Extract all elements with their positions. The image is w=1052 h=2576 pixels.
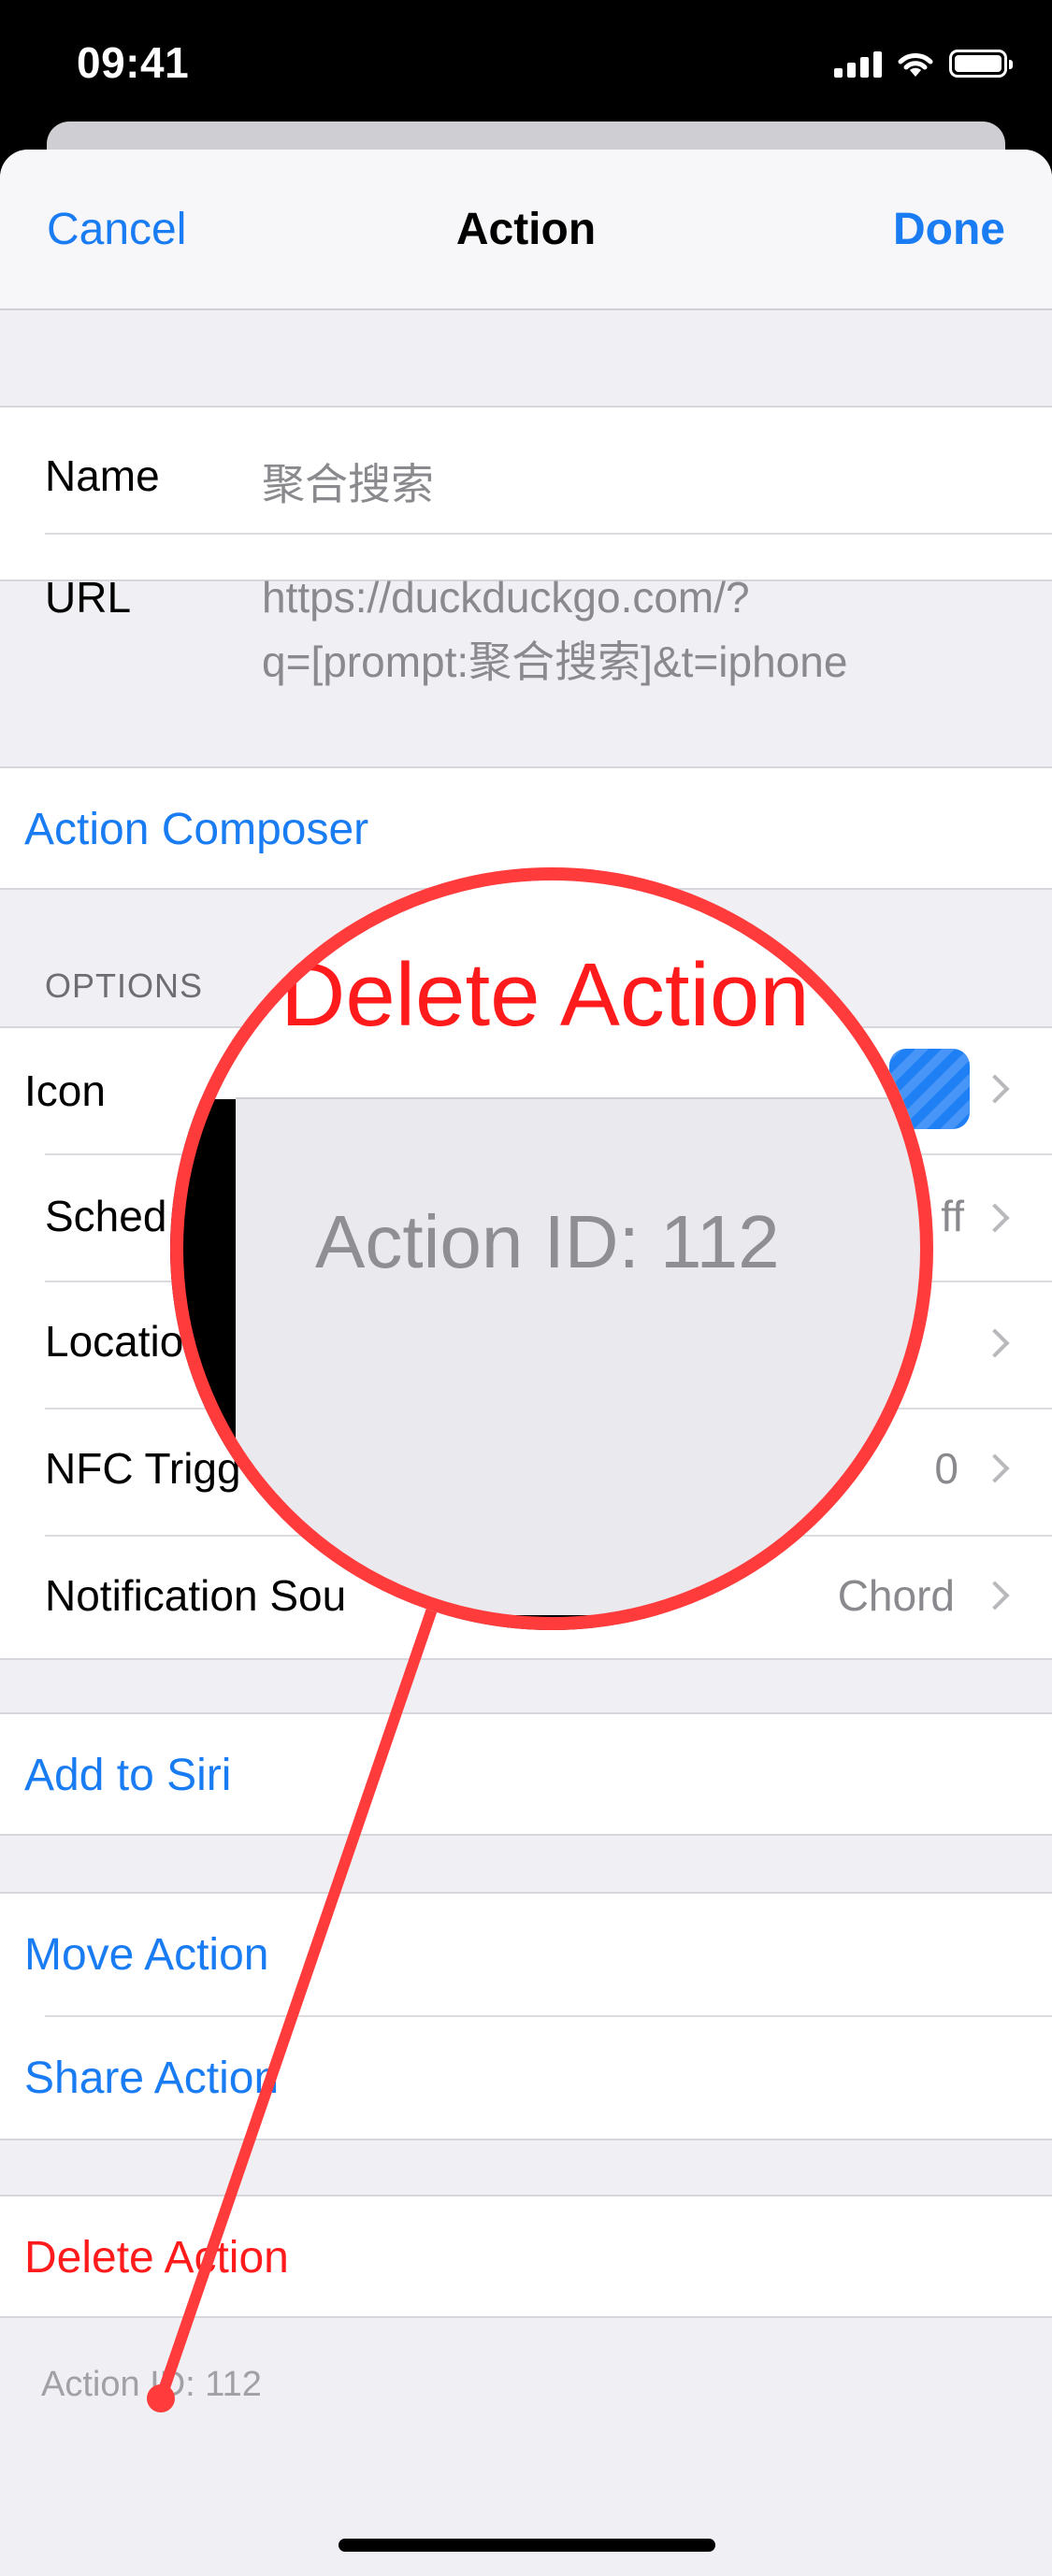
separator — [236, 1097, 933, 1099]
cellular-signal-icon — [834, 50, 882, 78]
move-action-button[interactable]: Move Action — [24, 1929, 268, 1981]
magnified-action-id: Action ID: 112 — [315, 1200, 780, 1283]
manage-group: Move Action Share Action — [0, 1892, 1052, 2140]
chevron-right-icon — [980, 1328, 1010, 1358]
url-row[interactable]: URL https://duckduckgo.com/? q=[prompt:聚… — [0, 535, 1052, 708]
separator — [45, 2015, 1052, 2017]
name-row[interactable]: Name 聚合搜索 — [0, 408, 1052, 533]
status-time: 09:41 — [77, 38, 190, 87]
status-icons — [834, 45, 1013, 82]
nfc-value: 0 — [934, 1444, 958, 1493]
siri-group: Add to Siri — [0, 1712, 1052, 1836]
delete-action-button[interactable]: Delete Action — [24, 2232, 289, 2283]
magnified-shadow-bottom — [170, 1615, 933, 1630]
fields-group: Name 聚合搜索 URL https://duckduckgo.com/? q… — [0, 406, 1052, 686]
add-to-siri-button[interactable]: Add to Siri — [24, 1750, 231, 1801]
action-id-footer: Action ID: 112 — [41, 2365, 262, 2404]
notification-sound-value: Chord — [837, 1571, 955, 1620]
wifi-icon — [898, 53, 933, 77]
magnified-shadow-edge — [170, 1099, 236, 1630]
chevron-right-icon — [980, 1453, 1010, 1483]
battery-icon — [949, 50, 1013, 78]
name-label: Name — [45, 451, 160, 500]
location-label: Locatio — [45, 1317, 184, 1366]
chevron-right-icon — [980, 1074, 1010, 1104]
share-action-button[interactable]: Share Action — [24, 2053, 279, 2104]
url-field-line2[interactable]: q=[prompt:聚合搜索]&t=iphone — [262, 628, 847, 690]
icon-label: Icon — [24, 1066, 106, 1115]
url-label: URL — [45, 573, 132, 622]
chevron-right-icon — [980, 1581, 1010, 1610]
home-indicator — [339, 2539, 715, 2552]
magnified-delete-label: Delete Action — [281, 945, 810, 1045]
navigation-bar: Cancel Action Done — [0, 150, 1052, 310]
magnifier-callout: Delete Action Action ID: 112 — [170, 867, 933, 1630]
schedule-value: ff — [941, 1192, 964, 1240]
schedule-label: Sched — [45, 1192, 167, 1240]
status-bar: 09:41 — [0, 0, 1052, 126]
done-button[interactable]: Done — [893, 204, 1005, 255]
action-composer-button[interactable]: Action Composer — [24, 804, 368, 855]
delete-group: Delete Action — [0, 2195, 1052, 2318]
url-field-line1[interactable]: https://duckduckgo.com/? — [262, 572, 750, 623]
chevron-right-icon — [980, 1203, 1010, 1233]
name-field[interactable]: 聚合搜索 — [262, 451, 434, 512]
